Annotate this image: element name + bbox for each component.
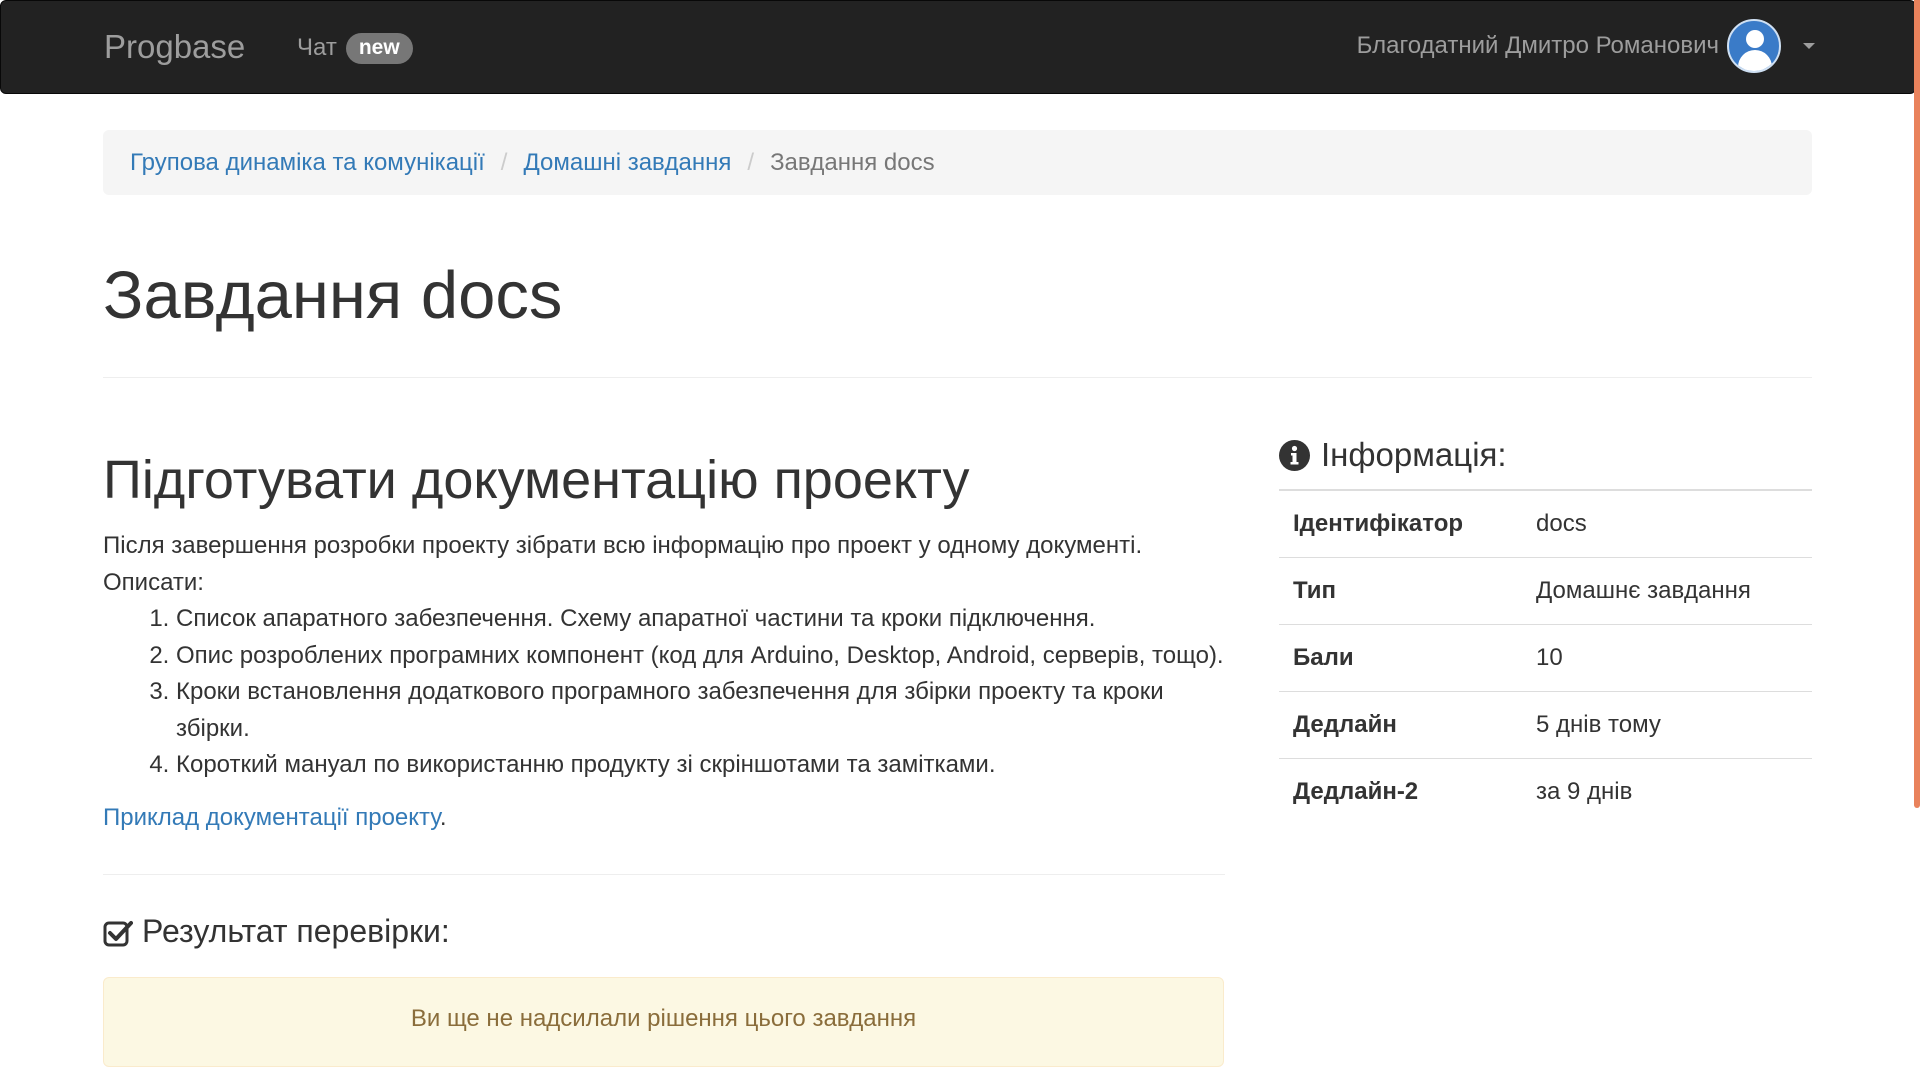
nav-chat-link[interactable]: Чат new (297, 31, 413, 65)
nav-chat-label: Чат (297, 34, 337, 61)
info-key: Дедлайн-2 (1293, 777, 1419, 805)
info-value: за 9 днів (1536, 777, 1633, 805)
user-avatar-icon (1727, 19, 1781, 73)
breadcrumb-separator: / (500, 148, 508, 176)
info-key: Тип (1293, 576, 1336, 604)
example-suffix: . (439, 803, 447, 831)
breadcrumb: Групова динаміка та комунікації / Домашн… (103, 130, 1812, 195)
table-row: Тип Домашнє завдання (1279, 557, 1812, 624)
task-heading: Підготувати документацію проекту (103, 450, 970, 510)
example-documentation-link[interactable]: Приклад документації проекту (103, 804, 440, 831)
scrollbar-thumb[interactable] (1914, 0, 1920, 808)
list-item: Опис розроблених програмних компонент (к… (176, 638, 1225, 675)
check-square-icon (103, 916, 133, 946)
breadcrumb-homework-link[interactable]: Домашні завдання (523, 149, 731, 177)
info-circle-icon (1279, 439, 1310, 471)
task-content: Підготувати документацію проекту Після з… (103, 440, 1225, 1067)
task-description: Після завершення розробки проекту зібрат… (103, 532, 1143, 596)
list-item: Список апаратного забезпечення. Схему ап… (176, 601, 1225, 638)
brand-link[interactable]: Progbase (104, 26, 245, 68)
info-value: 10 (1536, 643, 1563, 671)
result-heading-label: Результат перевірки: (142, 912, 450, 949)
info-value: 5 днів тому (1536, 710, 1661, 738)
page-scrollbar[interactable] (1914, 0, 1920, 1080)
result-heading: Результат перевірки: (103, 909, 1225, 953)
user-name: Благодатний Дмитро Романович (1356, 32, 1719, 59)
task-example: Приклад документації проекту. (103, 800, 1225, 836)
page-title: Завдання docs (103, 258, 563, 333)
divider (103, 377, 1812, 378)
info-table: Ідентифікатор docs Тип Домашнє завдання … (1279, 489, 1812, 825)
table-row: Ідентифікатор docs (1279, 490, 1812, 557)
caret-down-icon (1803, 43, 1815, 49)
info-key: Бали (1293, 643, 1354, 671)
info-heading-label: Інформація: (1321, 436, 1507, 473)
list-item: Короткий мануал по використанню продукту… (176, 747, 1225, 784)
table-row: Дедлайн-2 за 9 днів (1279, 758, 1812, 825)
no-submission-alert: Ви ще не надсилали рішення цього завданн… (103, 976, 1224, 1067)
info-key: Ідентифікатор (1293, 509, 1464, 537)
user-menu-toggle[interactable]: Благодатний Дмитро Романович (1357, 19, 1815, 73)
task-requirements-list: Список апаратного забезпечення. Схему ап… (103, 601, 1225, 784)
list-item: Кроки встановлення додаткового програмно… (176, 674, 1225, 747)
info-value: docs (1536, 509, 1587, 537)
info-value: Домашнє завдання (1536, 576, 1751, 604)
top-navbar: Progbase Чат new Благодатний Дмитро Рома… (0, 0, 1916, 94)
table-row: Бали 10 (1279, 624, 1812, 691)
breadcrumb-course-link[interactable]: Групова динаміка та комунікації (130, 149, 485, 177)
table-row: Дедлайн 5 днів тому (1279, 691, 1812, 758)
new-badge: new (345, 32, 413, 64)
breadcrumb-separator: / (747, 148, 755, 176)
info-heading: Інформація: (1279, 430, 1812, 480)
info-key: Дедлайн (1293, 710, 1397, 738)
divider (103, 873, 1225, 875)
breadcrumb-current: Завдання docs (770, 148, 935, 176)
info-panel: Інформація: Ідентифікатор docs Тип Домаш… (1279, 430, 1812, 825)
